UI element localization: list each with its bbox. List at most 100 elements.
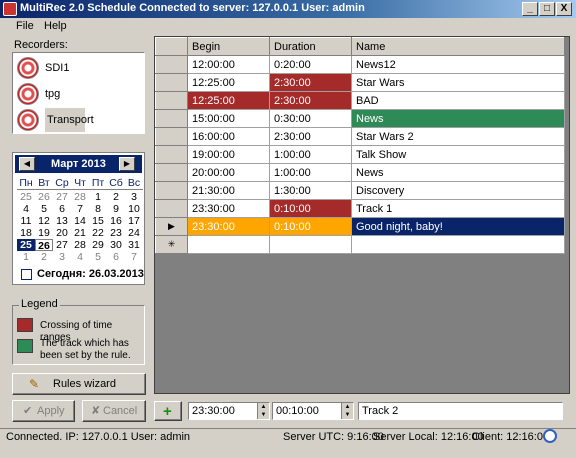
cell-name[interactable] <box>351 235 565 254</box>
column-header-duration[interactable]: Duration <box>269 37 352 56</box>
row-header[interactable]: ▶ <box>155 217 188 236</box>
cell-duration[interactable]: 1:30:00 <box>269 181 352 200</box>
spinner-arrows-icon[interactable]: ▲ ▼ <box>257 403 269 419</box>
calendar-day[interactable]: 20 <box>53 227 71 239</box>
cell-begin[interactable]: 23:30:00 <box>187 217 270 236</box>
table-row[interactable]: 16:00:00 2:30:00 Star Wars 2 <box>155 127 565 146</box>
calendar-prev-icon[interactable]: ◀ <box>19 157 35 171</box>
calendar-day[interactable]: 9 <box>107 203 125 215</box>
maximize-button[interactable]: □ <box>539 2 555 16</box>
calendar-day[interactable]: 1 <box>17 251 35 263</box>
track-name-input[interactable]: Track 2 <box>358 402 563 420</box>
cell-duration[interactable]: 0:20:00 <box>269 55 352 74</box>
calendar-day[interactable]: 27 <box>53 239 71 251</box>
cell-name[interactable]: BAD <box>351 91 565 110</box>
calendar-day[interactable]: 4 <box>71 251 89 263</box>
table-row[interactable]: 15:00:00 0:30:00 News <box>155 109 565 128</box>
row-header[interactable] <box>155 91 188 110</box>
calendar-day[interactable]: 3 <box>53 251 71 263</box>
cell-begin[interactable]: 12:25:00 <box>187 91 270 110</box>
table-row[interactable]: 19:00:00 1:00:00 Talk Show <box>155 145 565 164</box>
recorder-item-transport[interactable]: Transport <box>15 107 143 133</box>
calendar-day[interactable]: 25 <box>17 191 35 203</box>
calendar-day[interactable]: 7 <box>125 251 143 263</box>
calendar-day[interactable]: 5 <box>35 203 53 215</box>
cell-begin[interactable]: 12:25:00 <box>187 73 270 92</box>
cell-begin[interactable] <box>187 235 270 254</box>
cell-name[interactable]: News <box>351 163 565 182</box>
cell-begin[interactable]: 21:30:00 <box>187 181 270 200</box>
cell-begin[interactable]: 20:00:00 <box>187 163 270 182</box>
row-header[interactable] <box>155 199 188 218</box>
recorder-item-tpg[interactable]: tpg <box>15 81 143 107</box>
cancel-button[interactable]: ✘ Cancel <box>82 400 146 422</box>
row-header[interactable] <box>155 55 188 74</box>
cell-duration[interactable]: 2:30:00 <box>269 91 352 110</box>
rules-wizard-button[interactable]: ✎ Rules wizard <box>12 373 146 395</box>
add-track-button[interactable]: + <box>154 401 182 421</box>
calendar-day[interactable]: 6 <box>107 251 125 263</box>
calendar-day[interactable]: 15 <box>89 215 107 227</box>
calendar-today-row[interactable]: Сегодня: 26.03.2013 <box>19 268 144 282</box>
cell-name[interactable]: Good night, baby! <box>351 217 565 236</box>
calendar-day[interactable]: 11 <box>17 215 35 227</box>
cell-begin[interactable]: 23:30:00 <box>187 199 270 218</box>
cell-name[interactable]: News12 <box>351 55 565 74</box>
calendar-day[interactable]: 12 <box>35 215 53 227</box>
minimize-button[interactable]: _ <box>522 2 538 16</box>
cell-name[interactable]: Talk Show <box>351 145 565 164</box>
month-calendar[interactable]: ◀ Март 2013 ▶ Пн Вт Ср Чт Пт Сб Вс 25 26 27 28 1 2 3 4… <box>12 152 145 285</box>
calendar-day[interactable]: 18 <box>17 227 35 239</box>
cell-duration[interactable]: 1:00:00 <box>269 145 352 164</box>
calendar-day[interactable]: 14 <box>71 215 89 227</box>
cell-duration[interactable]: 2:30:00 <box>269 127 352 146</box>
calendar-day[interactable]: 5 <box>89 251 107 263</box>
calendar-day[interactable]: 2 <box>35 251 53 263</box>
menu-help[interactable]: Help <box>44 20 67 32</box>
table-row[interactable]: 12:25:00 2:30:00 Star Wars <box>155 73 565 92</box>
calendar-next-icon[interactable]: ▶ <box>119 157 135 171</box>
cell-begin[interactable]: 12:00:00 <box>187 55 270 74</box>
calendar-day[interactable]: 13 <box>53 215 71 227</box>
calendar-day[interactable]: 10 <box>125 203 143 215</box>
calendar-day[interactable]: 27 <box>53 191 71 203</box>
row-header[interactable] <box>155 163 188 182</box>
row-header[interactable] <box>155 127 188 146</box>
calendar-day[interactable]: 29 <box>89 239 107 251</box>
begin-time-spinner[interactable]: 23:30:00 ▲ ▼ <box>188 402 270 420</box>
clock-icon[interactable] <box>543 429 557 443</box>
table-row[interactable]: 12:25:00 2:30:00 BAD <box>155 91 565 110</box>
calendar-day[interactable]: 28 <box>71 191 89 203</box>
calendar-month-title[interactable]: Март 2013 <box>51 158 106 170</box>
calendar-day[interactable]: 30 <box>107 239 125 251</box>
table-row[interactable]: 20:00:00 1:00:00 News <box>155 163 565 182</box>
calendar-day[interactable]: 4 <box>17 203 35 215</box>
calendar-day[interactable]: 1 <box>89 191 107 203</box>
schedule-grid[interactable]: Begin Duration Name 12:00:00 0:20:00 News1… <box>154 36 570 394</box>
calendar-day[interactable]: 8 <box>89 203 107 215</box>
cell-duration[interactable] <box>269 235 352 254</box>
calendar-day[interactable]: 17 <box>125 215 143 227</box>
cell-name[interactable]: Discovery <box>351 181 565 200</box>
duration-spinner[interactable]: 00:10:00 ▲ ▼ <box>272 402 354 420</box>
calendar-day[interactable]: 2 <box>107 191 125 203</box>
new-row[interactable]: ✳ <box>155 235 565 254</box>
table-row[interactable]: 12:00:00 0:20:00 News12 <box>155 55 565 74</box>
cell-name[interactable]: News <box>351 109 565 128</box>
calendar-day[interactable]: 25 <box>17 239 35 251</box>
row-header[interactable] <box>155 145 188 164</box>
row-header[interactable] <box>155 73 188 92</box>
close-button[interactable]: X <box>556 2 572 16</box>
new-row-marker-icon[interactable]: ✳ <box>155 235 188 254</box>
spinner-arrows-icon[interactable]: ▲ ▼ <box>341 403 353 419</box>
cell-begin[interactable]: 15:00:00 <box>187 109 270 128</box>
cell-name[interactable]: Star Wars 2 <box>351 127 565 146</box>
recorder-item-sdi1[interactable]: SDI1 <box>15 55 143 81</box>
calendar-day[interactable]: 28 <box>71 239 89 251</box>
table-row[interactable]: ▶ 23:30:00 0:10:00 Good night, baby! <box>155 217 565 236</box>
table-row[interactable]: 23:30:00 0:10:00 Track 1 <box>155 199 565 218</box>
calendar-day[interactable]: 26 <box>35 239 53 252</box>
calendar-day[interactable]: 3 <box>125 191 143 203</box>
calendar-day[interactable]: 16 <box>107 215 125 227</box>
calendar-day[interactable]: 26 <box>35 191 53 203</box>
